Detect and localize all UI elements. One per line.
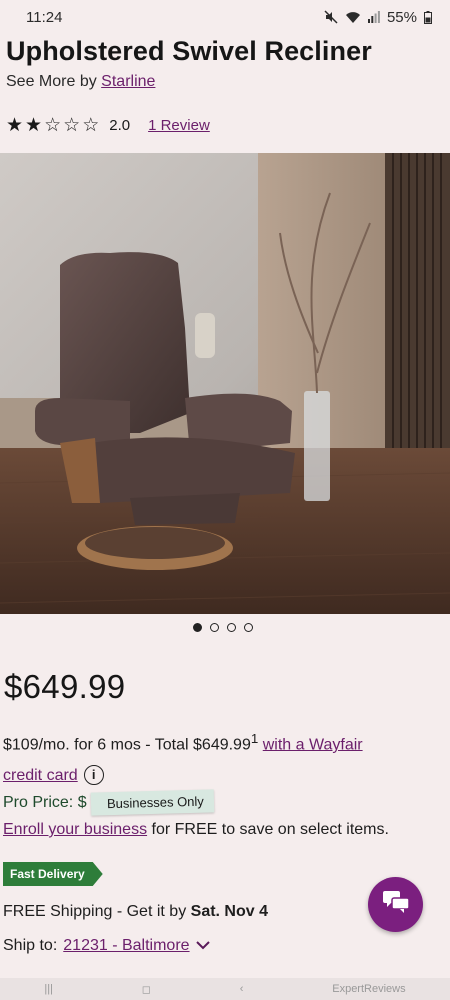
wayfair-card-link-part1: with a Wayfair: [262, 736, 363, 754]
product-price: $649.99: [4, 668, 126, 705]
nav-right-text: ExpertReviews: [332, 983, 406, 995]
star-empty-icon: ☆: [63, 115, 81, 136]
ship-to-label: Ship to:: [3, 937, 58, 954]
system-nav-bar: ||| ◻ ‹ ExpertReviews: [0, 978, 450, 1000]
gallery-dot[interactable]: [210, 623, 219, 632]
status-bar: 11:24 55%: [0, 0, 450, 34]
product-image[interactable]: [0, 153, 450, 614]
brand-link[interactable]: Starline: [101, 73, 155, 90]
back-icon[interactable]: ‹: [240, 983, 244, 995]
reviews-link[interactable]: 1 Review: [148, 117, 210, 134]
businesses-only-badge: Businesses Only: [90, 789, 214, 816]
chat-button[interactable]: [368, 877, 423, 932]
gallery-dot[interactable]: [244, 623, 253, 632]
pro-price-row: Pro Price: $ Businesses Only: [3, 789, 214, 816]
shipping-date: Sat. Nov 4: [190, 903, 268, 920]
star-filled-icon: ★: [6, 115, 24, 136]
gallery-pagination: [193, 623, 253, 632]
see-more-prefix: See More by: [6, 73, 97, 90]
chat-bubbles-icon: [382, 890, 410, 919]
financing-footnote: 1: [250, 731, 259, 746]
product-title: Upholstered Swivel Recliner: [6, 36, 372, 66]
ship-to-location-link[interactable]: 21231 - Baltimore: [63, 937, 189, 955]
star-empty-icon: ☆: [82, 115, 100, 136]
status-icons: 55%: [324, 9, 432, 26]
recent-apps-icon[interactable]: |||: [44, 983, 53, 995]
star-rating: ★ ★ ☆ ☆ ☆: [6, 116, 99, 135]
wayfair-card-link-part2: credit card: [3, 767, 78, 785]
rating-row: ★ ★ ☆ ☆ ☆ 2.0 1 Review: [6, 116, 210, 135]
shipping-info: FREE Shipping - Get it by Sat. Nov 4: [3, 903, 268, 921]
enroll-rest-text: for FREE to save on select items.: [147, 821, 389, 838]
star-filled-icon: ★: [25, 115, 43, 136]
battery-level: 55%: [386, 8, 417, 26]
battery-icon: [424, 10, 432, 24]
shipping-prefix: FREE Shipping - Get it by: [3, 903, 191, 920]
financing-text: $109/mo. for 6 mos - Total $649.99: [3, 736, 251, 754]
fast-delivery-badge: Fast Delivery: [3, 862, 103, 886]
signal-icon: [367, 11, 380, 23]
gallery-dot[interactable]: [193, 623, 202, 632]
ship-to-row: Ship to: 21231 - Baltimore: [3, 937, 210, 955]
info-icon[interactable]: i: [83, 765, 104, 786]
enroll-row: Enroll your business for FREE to save on…: [3, 821, 389, 839]
pro-price-label: Pro Price: $: [3, 793, 87, 811]
enroll-business-link[interactable]: Enroll your business: [3, 821, 147, 838]
gallery-dot[interactable]: [227, 623, 236, 632]
wifi-icon: [345, 11, 361, 24]
rating-value: 2.0: [109, 117, 131, 134]
see-more-row: See More by Starline: [6, 73, 155, 91]
status-time: 11:24: [26, 8, 63, 26]
star-empty-icon: ☆: [44, 115, 62, 136]
mute-icon: [324, 10, 338, 24]
home-icon[interactable]: ◻: [142, 983, 151, 996]
financing-info: $109/mo. for 6 mos - Total $649.991 with…: [3, 723, 443, 791]
chevron-down-icon[interactable]: [195, 937, 210, 955]
